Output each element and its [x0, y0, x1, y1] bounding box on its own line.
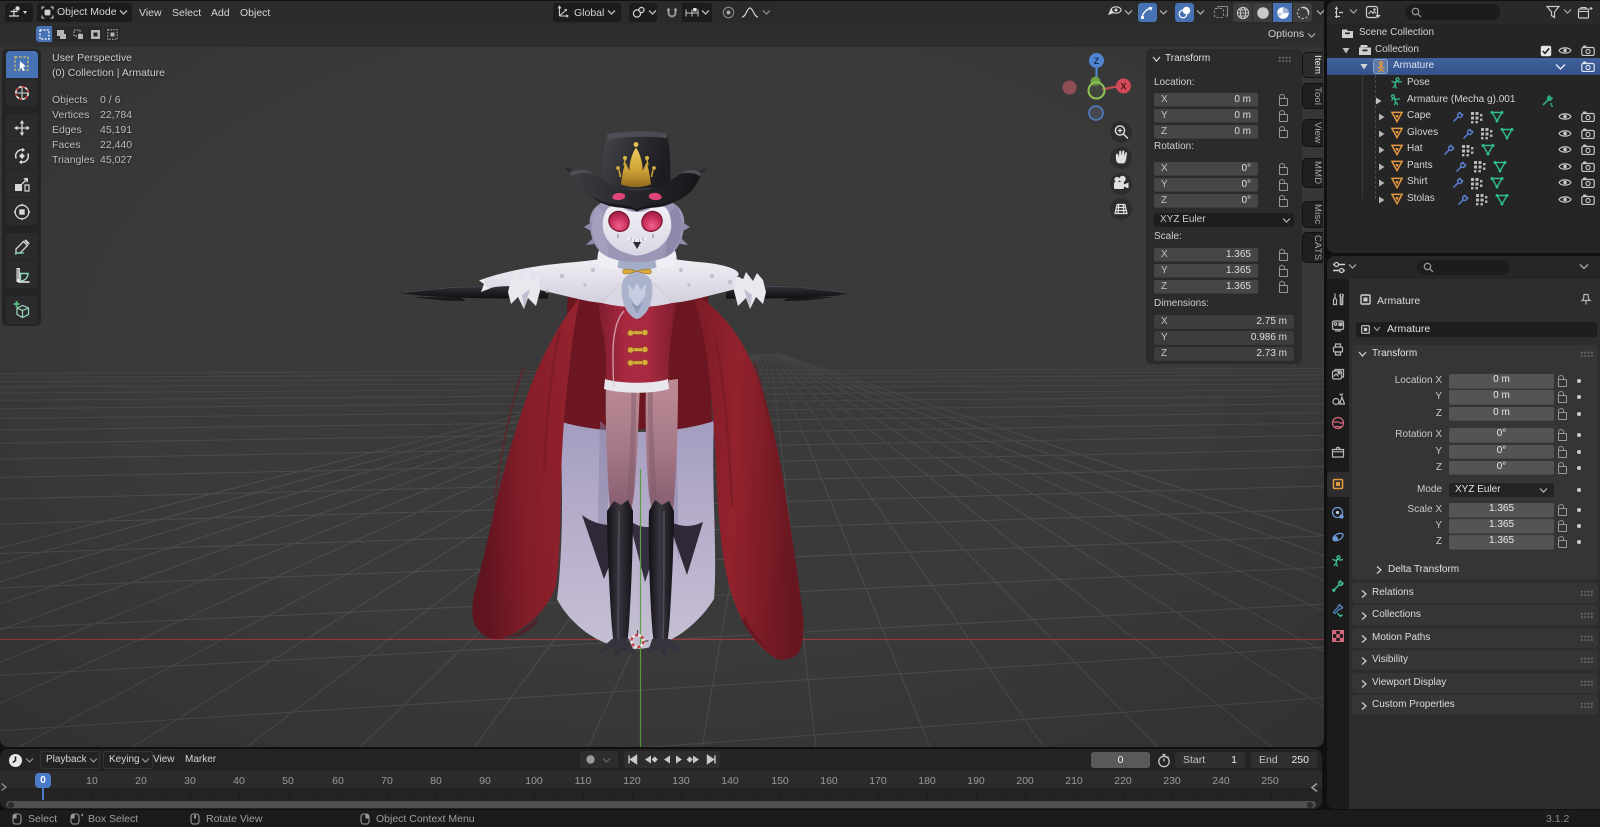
svg-text:Z: Z	[1094, 56, 1100, 66]
svg-text:X: X	[1120, 81, 1126, 91]
